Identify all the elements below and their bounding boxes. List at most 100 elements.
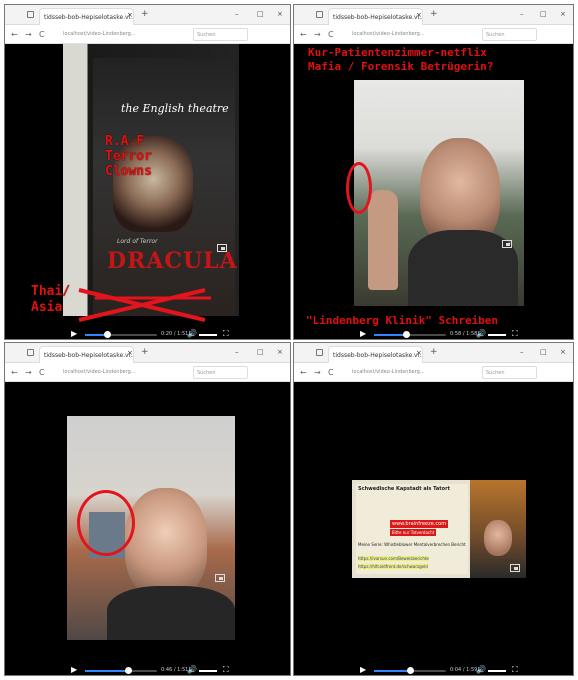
reload-button[interactable]: C — [39, 368, 45, 377]
address-bar[interactable]: localhost/video-Lindenberg... — [352, 367, 462, 378]
new-tab-button[interactable]: + — [430, 9, 438, 19]
newspaper-caption: Meine Serie: Whistleblower Mentalverbrec… — [358, 542, 466, 547]
newspaper-domain: www.brainfreeze.com — [390, 520, 449, 528]
close-window-button[interactable]: × — [560, 10, 566, 18]
volume-slider[interactable] — [488, 670, 506, 672]
tab-bar: tidsseb-bob-Hepiselotaske.vi... × + – □ … — [5, 343, 290, 363]
play-button[interactable]: ▶ — [71, 665, 77, 674]
tab-close-icon[interactable]: × — [416, 349, 422, 357]
picture-in-picture-icon[interactable] — [502, 240, 512, 248]
video-stage[interactable]: Schwedische Kapstadt als Tatort www.brai… — [294, 382, 573, 675]
reload-button[interactable]: C — [328, 30, 334, 39]
overlay-line: Asia — [31, 300, 63, 315]
time-display: 0:20 / 1:51 — [161, 331, 189, 337]
play-button[interactable]: ▶ — [360, 665, 366, 674]
browser-tab[interactable]: tidsseb-bob-Hepiselotaske.vi... — [328, 346, 423, 363]
tab-close-icon[interactable]: × — [416, 11, 422, 19]
fullscreen-icon[interactable]: ⛶ — [512, 329, 518, 339]
seek-bar[interactable] — [85, 667, 157, 674]
volume-slider[interactable] — [199, 334, 217, 336]
nav-bar: ← → C localhost/video-Lindenberg... Such… — [294, 25, 573, 44]
browser-tab[interactable]: tidsseb-bob-Hepiselotaske.vi... — [328, 8, 423, 25]
newspaper-link-a[interactable]: https://ivarsun.com/Beweisberichte — [358, 556, 429, 561]
maximize-button[interactable]: □ — [540, 10, 547, 18]
newspaper-link-b[interactable]: https://hlfcoldfront.de/schwarzgeld — [358, 564, 428, 569]
forward-button[interactable]: → — [25, 30, 32, 39]
new-tab-button[interactable]: + — [430, 347, 438, 357]
close-window-button[interactable]: × — [560, 348, 566, 356]
search-field[interactable]: Suchen — [193, 28, 248, 41]
back-button[interactable]: ← — [11, 30, 18, 39]
minimize-button[interactable]: – — [520, 348, 524, 356]
picture-in-picture-icon[interactable] — [217, 244, 227, 252]
minimize-button[interactable]: – — [235, 348, 239, 356]
overlay-line: R.A.F — [105, 134, 145, 149]
browser-window-2: tidsseb-bob-Hepiselotaske.vi... × + – □ … — [293, 4, 574, 340]
reload-button[interactable]: C — [328, 368, 334, 377]
volume-icon[interactable]: 🔊 — [476, 665, 486, 674]
forward-button[interactable]: → — [314, 368, 321, 377]
red-cross-mark — [78, 288, 211, 322]
tab-bar: tidsseb-bob-Hepiselotaske.vi... × + – □ … — [294, 5, 573, 25]
new-tab-button[interactable]: + — [141, 347, 149, 357]
video-frame[interactable]: Schwedische Kapstadt als Tatort www.brai… — [352, 480, 526, 578]
volume-icon[interactable]: 🔊 — [187, 665, 197, 674]
search-field[interactable]: Suchen — [482, 366, 537, 379]
tab-close-icon[interactable]: × — [127, 349, 133, 357]
seek-thumb[interactable] — [125, 667, 133, 674]
search-field[interactable]: Suchen — [482, 28, 537, 41]
seek-thumb[interactable] — [403, 331, 411, 338]
browser-tab[interactable]: tidsseb-bob-Hepiselotaske.vi... — [39, 346, 134, 363]
video-frame[interactable]: the English theatre Lord of Terror DRACU… — [63, 44, 239, 316]
minimize-button[interactable]: – — [520, 10, 524, 18]
seek-thumb[interactable] — [103, 331, 111, 338]
minimize-button[interactable]: – — [235, 10, 239, 18]
picture-in-picture-icon[interactable] — [215, 574, 225, 582]
newspaper-line: Bitte nur Tatverdacht — [390, 529, 437, 536]
time-display: 0:46 / 1:51 — [161, 667, 189, 673]
video-stage[interactable]: Kur-Patientenzimmer-netflix Mafia / Fore… — [294, 44, 573, 339]
reload-button[interactable]: C — [39, 30, 45, 39]
fullscreen-icon[interactable]: ⛶ — [512, 665, 518, 675]
video-controls: ▶ 0:20 / 1:51 🔊 ⛶ — [5, 329, 290, 339]
picture-in-picture-icon[interactable] — [510, 564, 520, 572]
man-face-image — [125, 488, 207, 598]
seek-bar[interactable] — [374, 331, 446, 338]
volume-slider[interactable] — [488, 334, 506, 336]
address-bar[interactable]: localhost/video-Lindenberg... — [63, 367, 173, 378]
back-button[interactable]: ← — [11, 368, 18, 377]
tab-close-icon[interactable]: × — [127, 11, 133, 19]
volume-icon[interactable]: 🔊 — [187, 329, 197, 338]
address-bar[interactable]: localhost/video-Lindenberg... — [352, 29, 462, 40]
new-tab-button[interactable]: + — [141, 9, 149, 19]
maximize-button[interactable]: □ — [540, 348, 547, 356]
fullscreen-icon[interactable]: ⛶ — [223, 665, 229, 675]
nav-bar: ← → C localhost/video-Lindenberg... Such… — [294, 363, 573, 382]
browser-tab[interactable]: tidsseb-bob-Hepiselotaske.vi... — [39, 8, 134, 25]
time-display: 0:04 / 1:59 — [450, 667, 478, 673]
seek-bar[interactable] — [374, 667, 446, 674]
volume-slider[interactable] — [199, 670, 217, 672]
back-button[interactable]: ← — [300, 30, 307, 39]
seek-thumb[interactable] — [407, 667, 414, 674]
volume-icon[interactable]: 🔊 — [476, 329, 486, 338]
browser-window-3: tidsseb-bob-Hepiselotaske.vi... × + – □ … — [4, 342, 291, 676]
video-frame[interactable] — [354, 80, 524, 306]
forward-button[interactable]: → — [25, 368, 32, 377]
maximize-button[interactable]: □ — [257, 348, 264, 356]
fullscreen-icon[interactable]: ⛶ — [223, 329, 229, 339]
video-stage[interactable]: the English theatre Lord of Terror DRACU… — [5, 44, 290, 339]
back-button[interactable]: ← — [300, 368, 307, 377]
address-bar[interactable]: localhost/video-Lindenberg... — [63, 29, 173, 40]
red-circle-marker — [77, 490, 135, 556]
overlay-line: Mafia / Forensik Betrügerin? — [308, 60, 494, 73]
maximize-button[interactable]: □ — [257, 10, 264, 18]
play-button[interactable]: ▶ — [71, 329, 77, 338]
search-field[interactable]: Suchen — [193, 366, 248, 379]
forward-button[interactable]: → — [314, 30, 321, 39]
seek-bar[interactable] — [85, 331, 157, 338]
close-window-button[interactable]: × — [277, 10, 283, 18]
play-button[interactable]: ▶ — [360, 329, 366, 338]
close-window-button[interactable]: × — [277, 348, 283, 356]
video-stage[interactable]: ▶ 0:46 / 1:51 🔊 ⛶ — [5, 382, 290, 675]
